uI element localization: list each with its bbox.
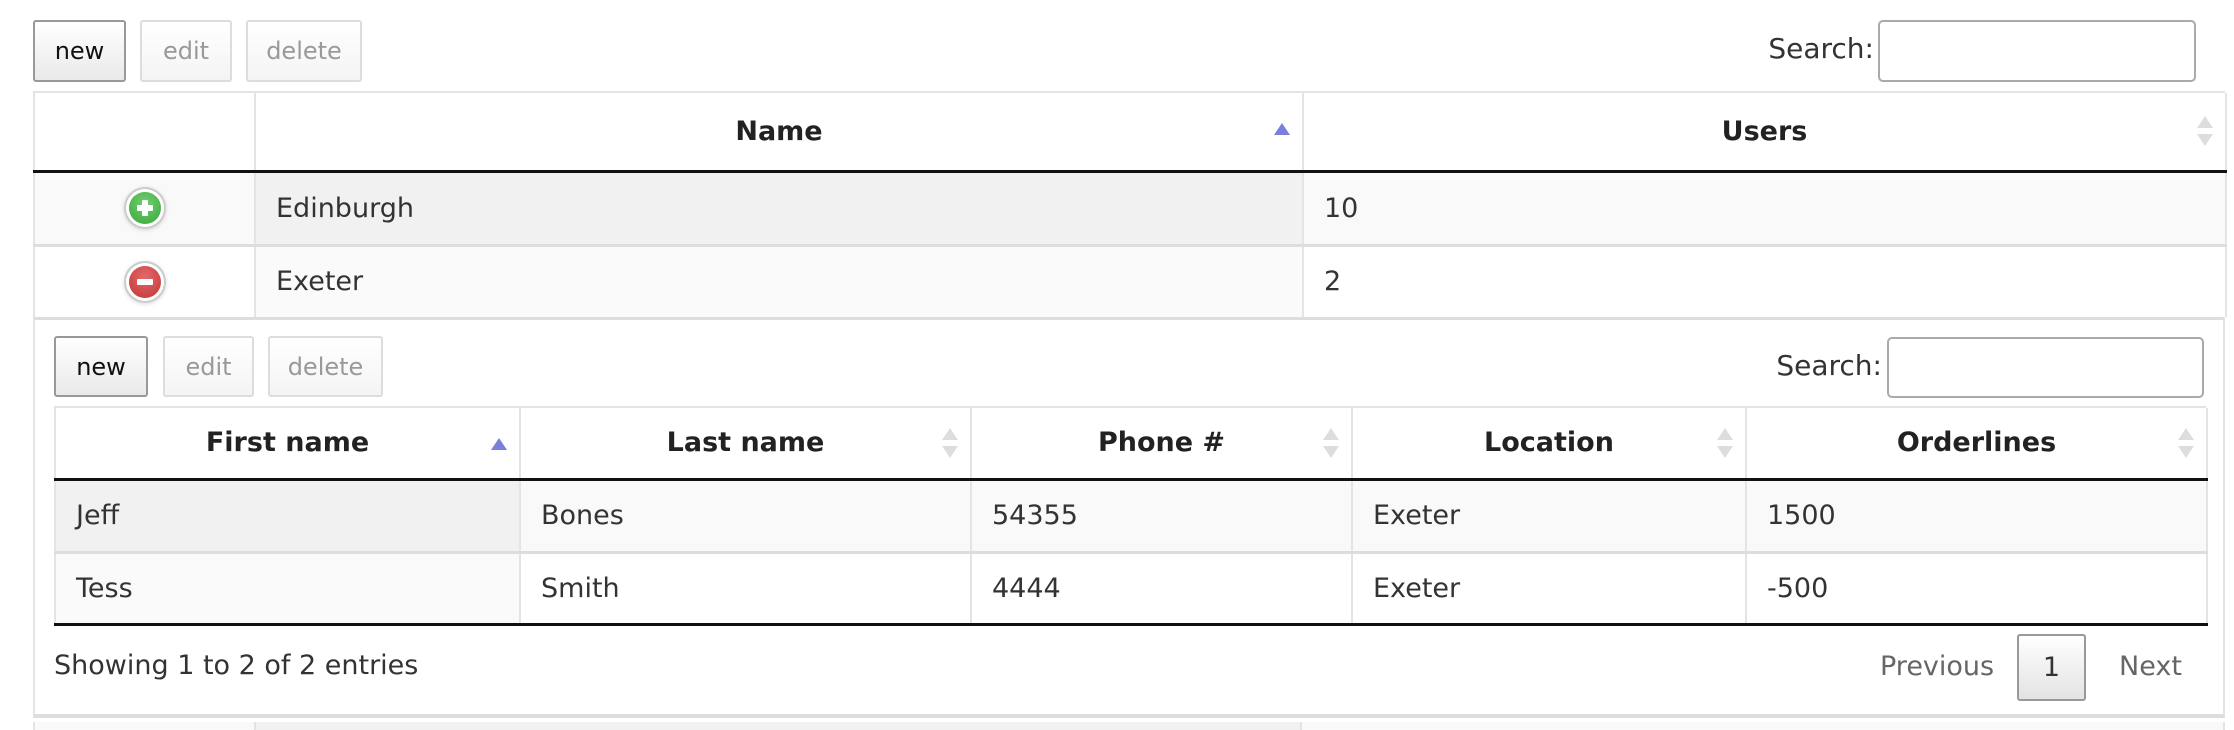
new-button[interactable]: new: [33, 20, 126, 82]
locations-table: Name Users Edinburgh 10 Exeter 2: [33, 93, 2227, 317]
page-1-button[interactable]: 1: [2017, 634, 2086, 701]
cell-users: 2: [1302, 243, 2226, 317]
child-search-label: Search:: [1776, 349, 1882, 382]
table-row[interactable]: Tess Smith 4444 Exeter -500: [55, 550, 2207, 624]
search-label: Search:: [1768, 32, 1874, 65]
cell-first-name: Tess: [55, 550, 520, 624]
header-users-label: Users: [1721, 115, 1808, 147]
minus-circle-icon[interactable]: [128, 265, 161, 298]
sort-ascending-icon: [1274, 123, 1290, 137]
partial-name-cell: [254, 722, 1302, 730]
header-location-label: Location: [1484, 427, 1614, 459]
cell-last-name: Bones: [519, 479, 971, 552]
header-location[interactable]: Location: [1351, 408, 1746, 481]
header-name[interactable]: Name: [254, 93, 1303, 173]
header-expand-column: [34, 93, 255, 173]
locations-header-row: Name Users: [34, 93, 2226, 173]
cell-phone: 4444: [970, 550, 1352, 624]
cell-first-name: Jeff: [55, 479, 520, 552]
sort-both-icon: [942, 427, 958, 458]
child-new-button[interactable]: new: [54, 336, 148, 397]
header-phone-label: Phone #: [1097, 427, 1226, 459]
sort-both-icon: [1323, 427, 1339, 458]
cell-orderlines: -500: [1745, 550, 2207, 624]
child-search-input[interactable]: [1887, 337, 2204, 398]
table-row[interactable]: Jeff Bones 54355 Exeter 1500: [55, 479, 2207, 552]
header-orderlines-label: Orderlines: [1896, 427, 2057, 459]
header-phone[interactable]: Phone #: [970, 408, 1352, 481]
search-input[interactable]: [1878, 20, 2196, 82]
next-page-link[interactable]: Next: [2119, 651, 2182, 682]
sort-both-icon: [2197, 116, 2213, 147]
table-row-partial: [33, 722, 2225, 730]
header-orderlines[interactable]: Orderlines: [1745, 408, 2207, 481]
edit-button[interactable]: edit: [140, 20, 232, 82]
table-row[interactable]: Exeter 2: [34, 243, 2226, 317]
expand-cell[interactable]: [34, 171, 255, 245]
delete-button[interactable]: delete: [246, 20, 362, 82]
cell-location: Exeter: [1351, 479, 1746, 552]
header-name-label: Name: [735, 115, 823, 147]
table-row[interactable]: Edinburgh 10: [34, 171, 2226, 245]
previous-page-link[interactable]: Previous: [1880, 651, 1994, 682]
sort-ascending-icon: [491, 438, 507, 452]
cell-phone: 54355: [970, 479, 1352, 552]
cell-orderlines: 1500: [1745, 479, 2207, 552]
header-last-name-label: Last name: [666, 427, 825, 459]
cell-users: 10: [1302, 171, 2226, 245]
users-table: First name Last name Phone # Location Or…: [54, 408, 2208, 626]
header-users[interactable]: Users: [1302, 93, 2226, 173]
cell-last-name: Smith: [519, 550, 971, 624]
sort-both-icon: [1717, 427, 1733, 458]
table-info: Showing 1 to 2 of 2 entries: [54, 650, 419, 681]
users-header-row: First name Last name Phone # Location Or…: [55, 408, 2207, 481]
child-edit-button[interactable]: edit: [163, 336, 254, 397]
cell-name: Exeter: [254, 243, 1303, 317]
sort-both-icon: [2178, 427, 2194, 458]
cell-name: Edinburgh: [254, 171, 1303, 245]
collapse-cell[interactable]: [34, 243, 255, 317]
header-first-name-label: First name: [205, 427, 370, 459]
plus-circle-icon[interactable]: [128, 192, 161, 224]
cell-location: Exeter: [1351, 550, 1746, 624]
child-delete-button[interactable]: delete: [268, 336, 383, 397]
header-last-name[interactable]: Last name: [519, 408, 971, 481]
header-first-name[interactable]: First name: [55, 408, 520, 481]
